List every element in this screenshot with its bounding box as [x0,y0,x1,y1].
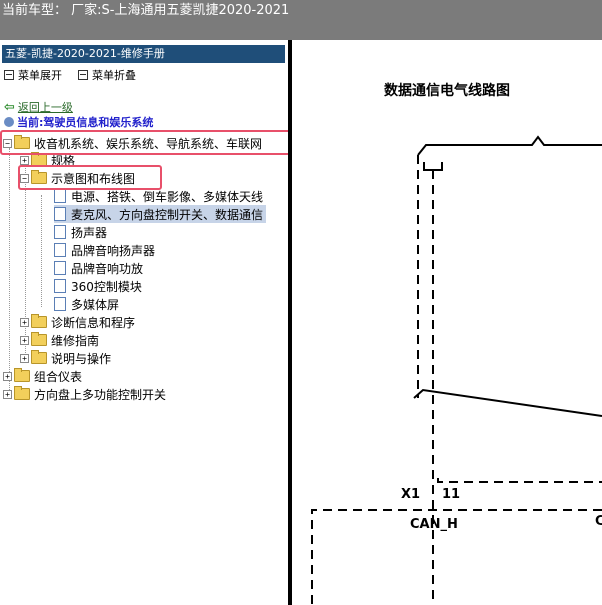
tree-node-diagnostics[interactable]: + 诊断信息和程序 [20,313,135,331]
highlight-box [18,165,162,190]
document-icon [54,261,66,275]
tree-node-repair-guide[interactable]: + 维修指南 [20,331,99,349]
document-icon [54,225,66,239]
pin-bracket [423,162,443,171]
back-link[interactable]: ⇦ 返回上一级 [4,99,73,115]
tree-line [41,195,42,307]
signal-label: CAN_H [410,517,458,532]
collapse-menu-button[interactable]: 菜单折叠 [78,67,136,83]
current-location: 当前:驾驶员信息和娱乐系统 [4,116,204,128]
document-icon [54,189,66,203]
document-icon [54,279,66,293]
expand-toggle-icon[interactable]: + [20,155,29,165]
collapse-icon [78,70,88,80]
tree-leaf-360-module[interactable]: 360控制模块 [54,277,142,295]
current-model-text: 当前车型： 厂家:S-上海通用五菱凯捷2020-2021 [2,3,290,18]
document-icon [54,297,66,311]
expand-toggle-icon[interactable]: + [3,371,12,381]
expand-toggle-icon[interactable]: + [20,353,29,363]
location-icon [4,117,14,127]
module-outline [417,135,602,156]
document-icon [54,207,66,221]
expand-toggle-icon[interactable]: + [20,335,29,345]
pin-number: 11 [442,487,461,502]
lower-module-outline [437,478,602,483]
folder-icon [14,368,30,382]
diagram-view: 数据通信电气线路图 X1 11 CAN_H C [292,40,602,605]
top-bar: 当前车型： 厂家:S-上海通用五菱凯捷2020-2021 [0,0,602,40]
expand-menu-button[interactable]: 菜单展开 [4,67,62,83]
folder-icon [14,386,30,400]
expand-toggle-icon[interactable]: + [3,389,12,399]
back-arrow-icon: ⇦ [4,99,15,115]
highlight-box [0,130,289,155]
tree-leaf-brand-amplifier[interactable]: 品牌音响功放 [54,259,143,277]
document-icon [54,243,66,257]
tree-node-operation[interactable]: + 说明与操作 [20,349,111,367]
tree-leaf-microphone-data[interactable]: 麦克风、方向盘控制开关、数据通信 [54,205,267,223]
expand-toggle-icon[interactable]: + [20,317,29,327]
edge-label: C [595,514,602,529]
manual-title: 五菱-凯捷-2020-2021-维修手册 [2,45,285,63]
connector-label: X1 [401,487,421,502]
tree-leaf-speakers[interactable]: 扬声器 [54,223,107,241]
expand-icon [4,70,14,80]
tree-line [9,148,10,398]
folder-icon [31,332,47,346]
folder-icon [31,314,47,328]
module-outline [413,388,602,417]
tree-node-cluster[interactable]: + 组合仪表 [3,367,82,385]
folder-icon [31,350,47,364]
sidebar: 五菱-凯捷-2020-2021-维修手册 菜单展开 菜单折叠 ⇦ 返回上一级 当… [0,40,289,605]
tree-leaf-brand-speakers[interactable]: 品牌音响扬声器 [54,241,155,259]
tree-node-steering-switch[interactable]: + 方向盘上多功能控制开关 [3,385,166,403]
tree-leaf-multimedia-screen[interactable]: 多媒体屏 [54,295,119,313]
